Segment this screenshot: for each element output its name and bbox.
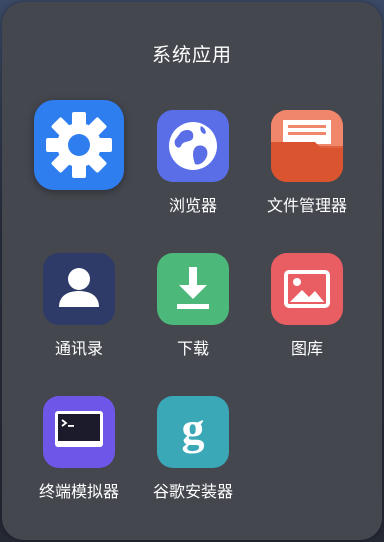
app-browser[interactable]: 浏览器 xyxy=(133,110,253,240)
app-label: 图库 xyxy=(290,339,323,358)
gear-icon[interactable] xyxy=(34,100,124,190)
image-icon[interactable] xyxy=(271,253,343,325)
app-contacts[interactable]: 通讯录 xyxy=(19,253,139,383)
terminal-icon[interactable] xyxy=(43,396,115,468)
folder-title[interactable]: 系统应用 xyxy=(0,40,384,67)
app-label: 文件管理器 xyxy=(266,196,347,215)
app-gallery[interactable]: 图库 xyxy=(247,253,367,383)
app-google-installer[interactable]: g 谷歌安装器 xyxy=(133,396,253,526)
google-g-icon[interactable]: g xyxy=(157,396,229,468)
folder-icon[interactable] xyxy=(271,110,343,182)
app-file-manager[interactable]: 文件管理器 xyxy=(247,110,367,240)
globe-icon[interactable] xyxy=(157,110,229,182)
person-icon[interactable] xyxy=(43,253,115,325)
svg-text:g: g xyxy=(182,403,205,454)
app-terminal[interactable]: 终端模拟器 xyxy=(19,396,139,526)
app-download[interactable]: 下载 xyxy=(133,253,253,383)
app-label: 谷歌安装器 xyxy=(152,482,233,501)
download-icon[interactable] xyxy=(157,253,229,325)
app-settings[interactable] xyxy=(20,100,140,240)
